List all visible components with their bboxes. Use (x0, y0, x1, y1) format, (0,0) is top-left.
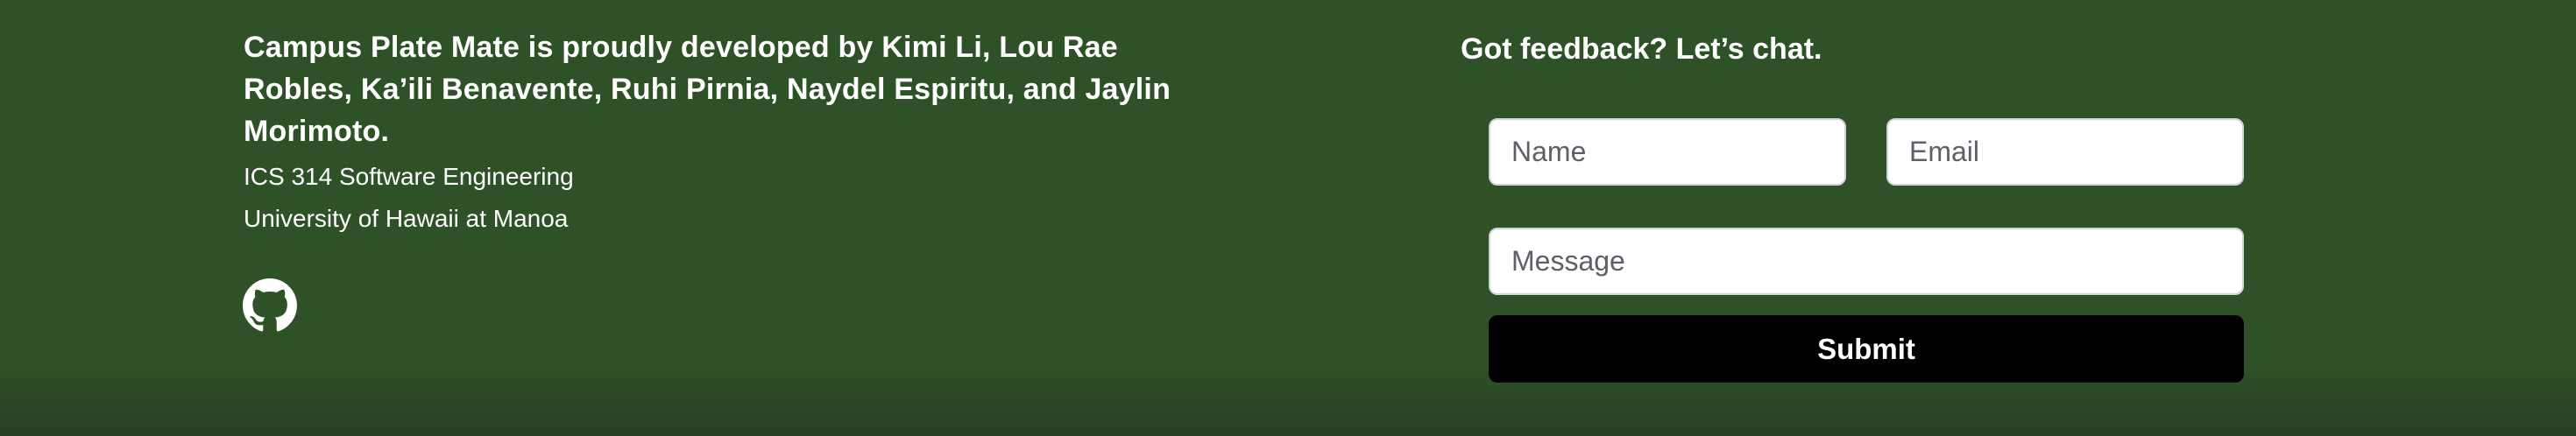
developer-credits: Campus Plate Mate is proudly developed b… (244, 31, 1171, 148)
github-link[interactable] (243, 278, 297, 333)
submit-button[interactable]: Submit (1489, 315, 2244, 383)
site-footer: Campus Plate Mate is proudly developed b… (0, 0, 2576, 436)
message-input[interactable] (1489, 228, 2244, 295)
email-input[interactable] (1886, 118, 2244, 186)
university-name: University of Hawaii at Manoa (244, 205, 569, 232)
name-input[interactable] (1489, 118, 1846, 186)
course-info: ICS 314 Software Engineering University … (244, 156, 574, 240)
course-name: ICS 314 Software Engineering (244, 163, 574, 190)
feedback-heading: Got feedback? Let’s chat. (1461, 32, 1822, 66)
github-icon (243, 278, 297, 332)
